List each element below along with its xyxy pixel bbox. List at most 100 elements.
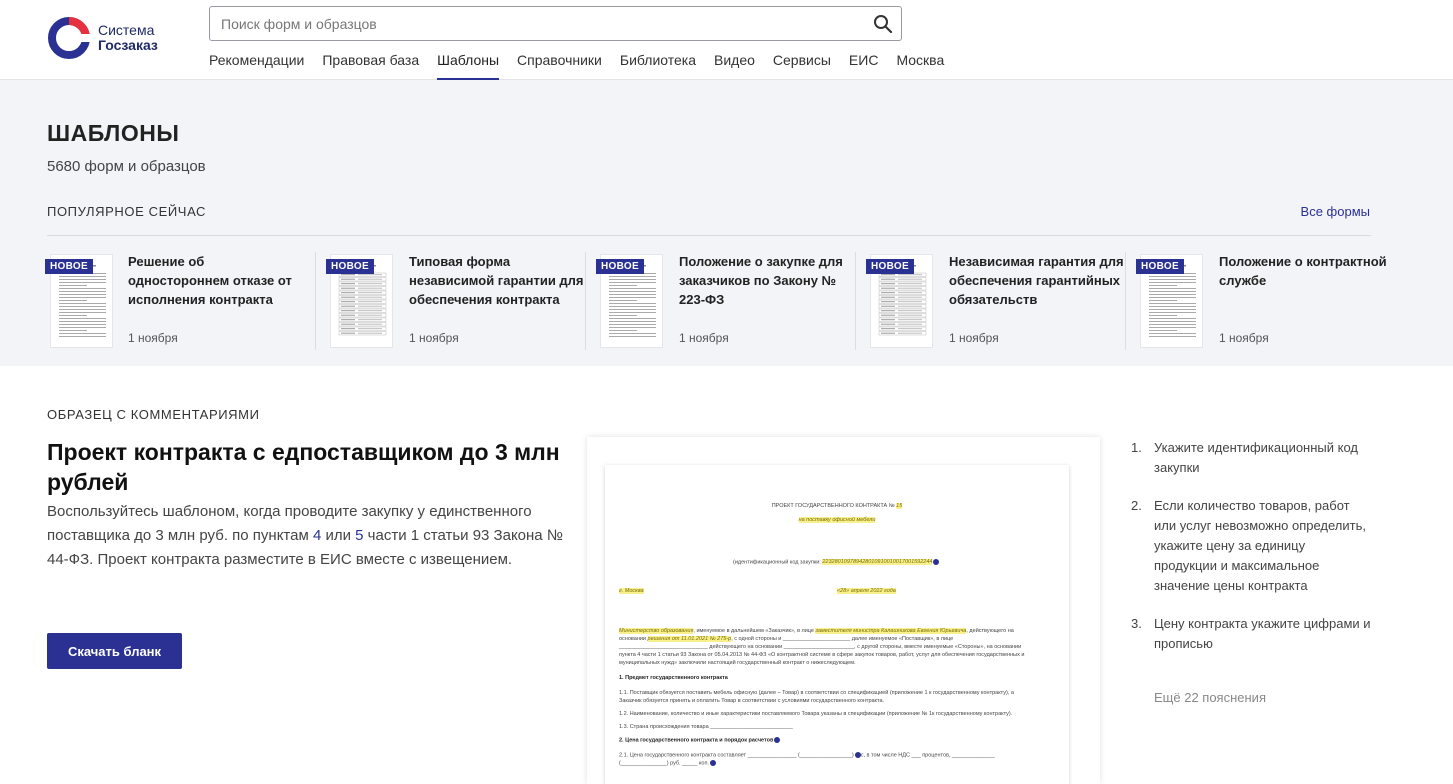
search-input[interactable] [210, 15, 850, 32]
doc-text: основании [619, 636, 648, 642]
doc-subheading-text: на поставку офисной мебели [798, 517, 876, 523]
card-title[interactable]: Независимая гарантия для обеспечения гар… [949, 252, 1124, 309]
more-comments-link[interactable]: Ещё 22 пояснения [1154, 690, 1266, 705]
sample-description: Воспользуйтесь шаблоном, когда проводите… [47, 500, 567, 572]
divider [47, 235, 1371, 236]
doc-para-line: 1.3. Страна происхождения товара _______… [619, 724, 793, 730]
card-date: 1 ноября [949, 331, 999, 345]
popular-label: ПОПУЛЯРНОЕ СЕЙЧАС [47, 204, 207, 219]
nav-moscow[interactable]: Москва [896, 52, 944, 80]
popular-cards: НОВОЕ Решение об одностороннем отказе от… [45, 252, 1395, 350]
page-title: ШАБЛОНЫ [47, 120, 180, 146]
doc-mark: Министерство образования [619, 628, 694, 634]
doc-para-line: пункта 4 части 1 статьи 93 Закона от 05.… [619, 652, 1025, 658]
comment-text: Если количество товаров, работ или услуг… [1154, 498, 1366, 593]
new-badge: НОВОЕ [45, 259, 93, 274]
doc-para-line: основании решения от 11.01.2021 № 275-р,… [619, 636, 953, 643]
logo[interactable]: Система Госзаказ [47, 16, 158, 60]
logo-line2: Госзаказ [98, 37, 158, 53]
doc-para-line: 2.1. Цена государственного контракта сос… [619, 752, 995, 759]
doc-ikz-value: 223280109789428010910010017001592244 [822, 559, 933, 566]
sample-title: Проект контракта с едпоставщиком до 3 мл… [47, 439, 560, 495]
doc-text: , именуемое в дальнейшем «Заказчик», в л… [693, 628, 816, 634]
comment-number: 1. [1131, 440, 1142, 455]
template-card[interactable]: НОВОЕ Положение о контрактной службе 1 н… [1125, 252, 1395, 350]
nav-services[interactable]: Сервисы [773, 52, 831, 80]
site-header: Система Госзаказ Рекомендации Правовая б… [0, 0, 1453, 80]
doc-para-line: 1.1. Поставщик обязуется поставить мебел… [619, 690, 1014, 696]
nav-video[interactable]: Видео [714, 52, 755, 80]
comment-marker-icon[interactable] [774, 737, 781, 743]
nav-references[interactable]: Справочники [517, 52, 602, 80]
templates-section: ШАБЛОНЫ 5680 форм и образцов ПОПУЛЯРНОЕ … [0, 80, 1453, 366]
comment-text: Укажите идентификационный код закупки [1154, 440, 1358, 475]
templates-count: 5680 форм и образцов [47, 158, 206, 175]
card-title[interactable]: Положение о контрактной службе [1219, 252, 1394, 290]
card-date: 1 ноября [409, 331, 459, 345]
comment-marker-icon[interactable] [709, 760, 716, 766]
doc-subheading: на поставку офисной мебели [605, 517, 1069, 524]
doc-section-1: 1. Предмет государственного контракта [619, 675, 728, 681]
comment-item[interactable]: 1. Укажите идентификационный код закупки [1131, 438, 1371, 478]
template-card[interactable]: НОВОЕ Решение об одностороннем отказе от… [45, 252, 315, 350]
nav-library[interactable]: Библиотека [620, 52, 696, 80]
document-preview[interactable]: ПРОЕКТ ГОСУДАРСТВЕННОГО КОНТРАКТА № 15 н… [587, 437, 1100, 784]
doc-ikz-label: (идентификационный код закупки: [733, 559, 821, 566]
comment-marker-icon[interactable] [933, 559, 940, 565]
card-title[interactable]: Положение о закупке для заказчиков по За… [679, 252, 854, 309]
doc-text: 2.1. Цена государственного контракта сос… [619, 752, 854, 759]
nav-recommendations[interactable]: Рекомендации [209, 52, 304, 80]
desc-link-5[interactable]: 5 [355, 527, 363, 544]
doc-section-2: 2. Цена государственного контракта и пор… [619, 737, 774, 744]
template-card[interactable]: НОВОЕ Положение о закупке для заказчиков… [585, 252, 855, 350]
main-nav: Рекомендации Правовая база Шаблоны Справ… [209, 52, 962, 80]
nav-legal-base[interactable]: Правовая база [322, 52, 419, 80]
doc-para-line: муниципальных нужд» заключили настоящий … [619, 660, 856, 666]
card-date: 1 ноября [1219, 331, 1269, 345]
comments-list: 1. Укажите идентификационный код закупки … [1131, 438, 1371, 672]
doc-city: г. Москва [619, 588, 644, 595]
comment-text: Цену контракта укажите цифрами и пропись… [1154, 616, 1371, 651]
doc-text: , действующего на [966, 628, 1014, 634]
search-box [209, 6, 902, 41]
doc-para-line: 1.2. Наименование, количество и иные хар… [619, 711, 1013, 717]
card-date: 1 ноября [128, 331, 178, 345]
doc-heading: ПРОЕКТ ГОСУДАРСТВЕННОГО КОНТРАКТА № 15 [605, 503, 1069, 510]
nav-eis[interactable]: ЕИС [849, 52, 879, 80]
new-badge: НОВОЕ [596, 259, 644, 274]
comment-number: 2. [1131, 498, 1142, 513]
doc-city-text: г. Москва [619, 588, 644, 594]
doc-heading-text: ПРОЕКТ ГОСУДАРСТВЕННОГО КОНТРАКТА № [771, 503, 895, 509]
doc-para-line: _____________________________ действующе… [619, 644, 1022, 650]
new-badge: НОВОЕ [326, 259, 374, 274]
nav-templates[interactable]: Шаблоны [437, 52, 500, 80]
comment-item[interactable]: 2. Если количество товаров, работ или усл… [1131, 496, 1371, 596]
doc-text: (_______________) руб. _____ коп. [619, 760, 709, 767]
doc-mark: заместителя министра Калашникова Евгения… [815, 628, 967, 634]
new-badge: НОВОЕ [866, 259, 914, 274]
all-forms-link[interactable]: Все формы [1301, 204, 1370, 219]
doc-ikz: (идентификационный код закупки: 22328010… [733, 559, 940, 566]
logo-line1: Система [98, 22, 155, 38]
doc-section-title: 1. Предмет государственного контракта [619, 675, 728, 682]
desc-text: или [321, 527, 356, 544]
document-page: ПРОЕКТ ГОСУДАРСТВЕННОГО КОНТРАКТА № 15 н… [605, 465, 1069, 784]
template-card[interactable]: НОВОЕ Типовая форма независимой гарантии… [315, 252, 585, 350]
template-card[interactable]: НОВОЕ Независимая гарантия для обеспечен… [855, 252, 1125, 350]
doc-heading-num: 15 [896, 503, 903, 509]
card-title[interactable]: Решение об одностороннем отказе от испол… [128, 252, 303, 309]
doc-date-text: «28» апреля 2022 года [837, 588, 896, 594]
logo-text: Система Госзаказ [98, 23, 158, 53]
search-icon[interactable] [873, 14, 893, 34]
sample-label: ОБРАЗЕЦ С КОММЕНТАРИЯМИ [47, 407, 260, 422]
card-date: 1 ноября [679, 331, 729, 345]
doc-text: с, в том числе НДС ___ процентов, ______… [860, 752, 995, 759]
logo-mark-icon [48, 17, 91, 59]
comment-item[interactable]: 3. Цену контракта укажите цифрами и пропи… [1131, 614, 1371, 654]
doc-section-title: 2. Цена государственного контракта и пор… [619, 737, 781, 744]
doc-para-line: Министерство образования, именуемое в да… [619, 628, 1014, 635]
doc-para-line: Заказчик обязуется принять и оплатить То… [619, 698, 885, 704]
new-badge: НОВОЕ [1136, 259, 1184, 274]
download-button[interactable]: Скачать бланк [47, 633, 182, 669]
card-title[interactable]: Типовая форма независимой гарантии для о… [409, 252, 584, 309]
